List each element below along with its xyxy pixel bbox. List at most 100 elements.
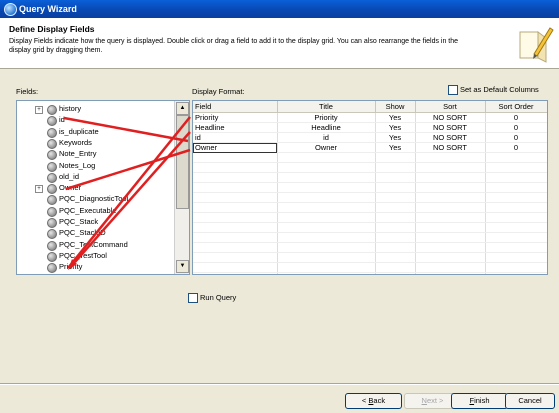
field-name: PQC_TestTool [59, 250, 107, 260]
empty-cell [193, 162, 278, 173]
back-button[interactable]: < Back [345, 393, 402, 409]
empty-cell [415, 232, 486, 243]
empty-cell [415, 242, 486, 253]
empty-cell [485, 262, 547, 273]
display-grid[interactable]: Field Title Show Sort Sort Order Priority Pri… [192, 100, 548, 275]
empty-cell [485, 242, 547, 253]
grid-cell[interactable]: NO SORT [415, 132, 486, 143]
empty-cell [193, 182, 278, 193]
field-name: old_id [59, 171, 80, 181]
empty-cell [375, 222, 416, 233]
empty-cell [415, 212, 486, 223]
grid-row[interactable]: Priority Priority Yes NO SORT 0 [193, 112, 547, 123]
grid-cell[interactable]: NO SORT [415, 142, 486, 153]
empty-cell [277, 242, 376, 253]
default-columns-label: Set as Default Columns [460, 85, 539, 94]
empty-cell [415, 272, 486, 274]
expand-icon[interactable]: + [35, 106, 43, 114]
empty-cell [375, 212, 416, 223]
empty-grid-row [193, 242, 547, 253]
empty-cell [375, 152, 416, 163]
grid-cell[interactable]: 0 [485, 132, 547, 143]
column-header[interactable]: Field [193, 101, 278, 113]
empty-cell [485, 182, 547, 193]
empty-cell [485, 222, 547, 233]
scroll-down-icon[interactable]: ▼ [176, 260, 189, 273]
grid-cell[interactable]: Headline [193, 122, 278, 133]
grid-cell[interactable]: 0 [485, 142, 547, 153]
column-header[interactable]: Show [375, 101, 416, 113]
field-icon [47, 116, 57, 127]
empty-grid-row [193, 272, 547, 274]
field-icon [47, 184, 57, 195]
grid-cell[interactable]: Yes [375, 122, 416, 133]
window-title: Query Wizard [19, 4, 77, 14]
empty-cell [277, 222, 376, 233]
grid-cell[interactable]: Priority [277, 112, 376, 123]
empty-grid-row [193, 162, 547, 173]
empty-cell [485, 162, 547, 173]
field-icon [47, 138, 57, 149]
empty-cell [193, 192, 278, 203]
empty-cell [277, 182, 376, 193]
grid-cell[interactable]: Yes [375, 142, 416, 153]
page-description: Display Fields indicate how the query is… [9, 38, 459, 54]
grid-row[interactable]: Owner Owner Yes NO SORT 0 [193, 142, 547, 153]
empty-cell [193, 272, 278, 274]
run-query-checkbox[interactable] [188, 293, 198, 303]
empty-grid-row [193, 192, 547, 203]
empty-cell [193, 242, 278, 253]
empty-cell [415, 152, 486, 163]
fields-scrollbar[interactable]: ▲ ▼ [174, 101, 189, 274]
empty-cell [415, 252, 486, 263]
grid-cell[interactable]: 0 [485, 112, 547, 123]
wizard-icon [519, 27, 554, 63]
empty-cell [375, 172, 416, 183]
field-name: PQC_TestCommand [59, 239, 128, 249]
empty-grid-row [193, 212, 547, 223]
grid-row[interactable]: Headline Headline Yes NO SORT 0 [193, 122, 547, 133]
field-name: is_duplicate [59, 126, 99, 136]
empty-cell [415, 262, 486, 273]
grid-cell[interactable]: NO SORT [415, 122, 486, 133]
expand-icon[interactable]: + [35, 185, 43, 194]
column-header[interactable]: Sort [415, 101, 486, 113]
grid-cell[interactable]: Priority [193, 112, 278, 123]
scroll-up-icon[interactable]: ▲ [176, 102, 189, 115]
fields-tree[interactable]: + history id is_duplicate Keywords Note_Entry… [16, 100, 190, 275]
cancel-button[interactable]: Cancel [505, 393, 555, 409]
empty-grid-row [193, 222, 547, 233]
grid-cell[interactable]: Owner [277, 142, 376, 153]
empty-cell [277, 152, 376, 163]
empty-cell [415, 172, 486, 183]
grid-cell[interactable]: NO SORT [415, 112, 486, 123]
column-header[interactable]: Sort Order [485, 101, 547, 113]
empty-cell [277, 192, 376, 203]
column-header[interactable]: Title [277, 101, 376, 113]
grid-cell[interactable]: id [277, 132, 376, 143]
default-columns-checkbox[interactable] [448, 85, 458, 95]
empty-grid-row [193, 152, 547, 163]
grid-cell[interactable]: id [193, 132, 278, 143]
grid-cell[interactable]: 0 [485, 122, 547, 133]
field-icon [47, 172, 57, 183]
scroll-thumb[interactable] [176, 115, 189, 209]
grid-cell[interactable]: Headline [277, 122, 376, 133]
wizard-header: Define Display Fields Display Fields ind… [0, 18, 559, 69]
grid-cell[interactable]: Yes [375, 112, 416, 123]
empty-cell [485, 152, 547, 163]
finish-button[interactable]: Finish [451, 393, 508, 409]
grid-cell[interactable]: Owner [193, 142, 278, 153]
empty-cell [485, 212, 547, 223]
empty-cell [415, 202, 486, 213]
empty-cell [193, 222, 278, 233]
empty-cell [193, 262, 278, 273]
empty-cell [193, 252, 278, 263]
empty-cell [375, 162, 416, 173]
grid-cell[interactable]: Yes [375, 132, 416, 143]
empty-cell [277, 212, 376, 223]
display-format-label: Display Format: [192, 87, 245, 96]
grid-row[interactable]: id id Yes NO SORT 0 [193, 132, 547, 143]
field-icon [47, 218, 57, 228]
empty-cell [277, 202, 376, 213]
